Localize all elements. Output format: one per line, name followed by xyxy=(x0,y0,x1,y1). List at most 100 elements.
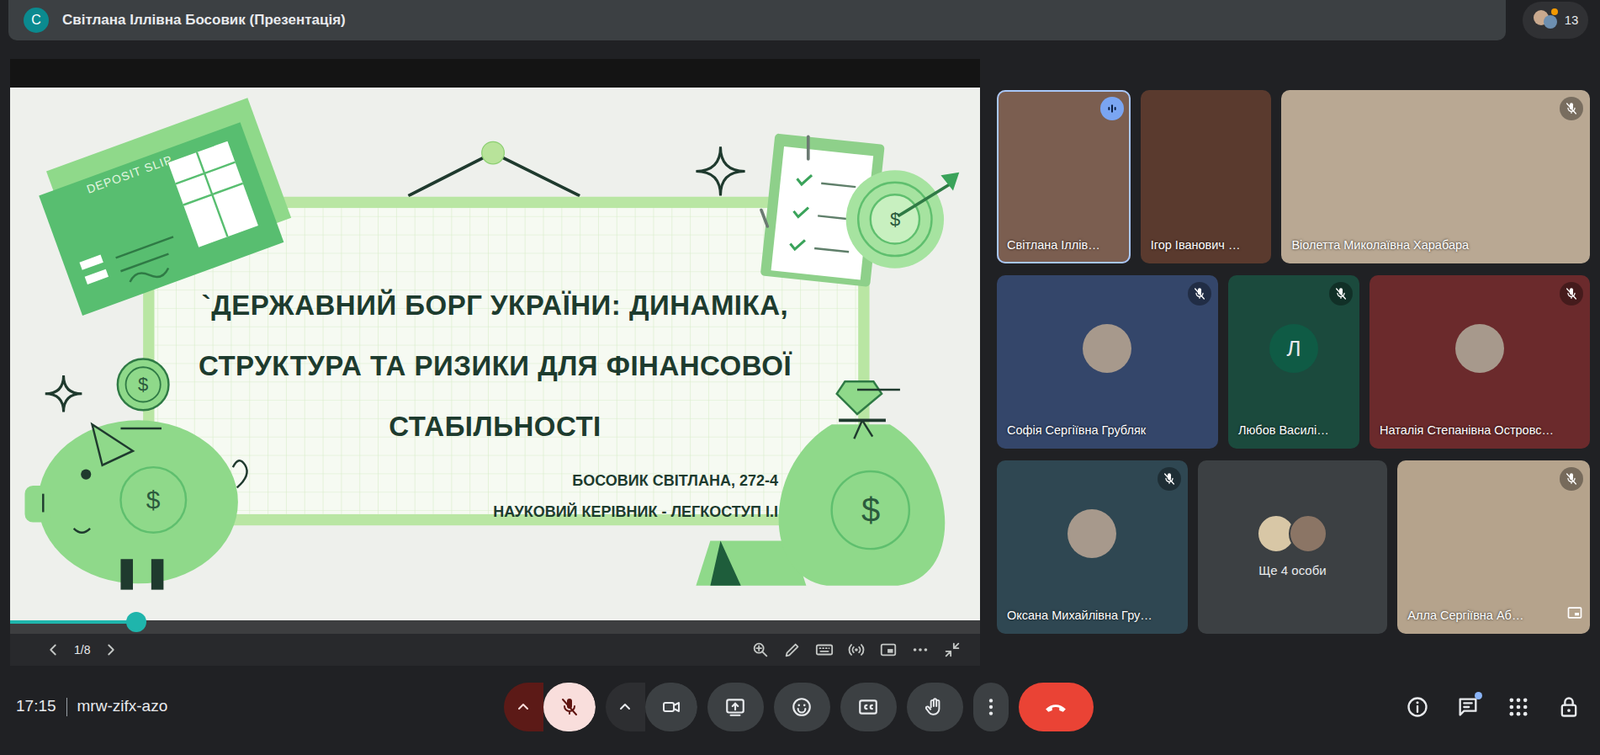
participant-row: Софія Сергіївна Грубляк Л Любов Василі… Нат… xyxy=(996,275,1590,449)
camera-control xyxy=(605,682,698,732)
participant-row: Оксана Михайлівна Гру… Ще 4 особи Алла Сер… xyxy=(996,460,1590,634)
meet-window: ССвітлана Іллівна Босовик (Презентація) 1… xyxy=(0,0,1600,755)
more-participants-label: Ще 4 особи xyxy=(1258,561,1326,581)
speaking-indicator xyxy=(1100,96,1124,121)
meeting-code: mrw-zifx-azo xyxy=(77,694,169,719)
mute-indicator xyxy=(1329,281,1353,306)
hand-icon xyxy=(923,695,946,718)
previous-slide-icon[interactable] xyxy=(43,640,63,659)
hang-up-icon xyxy=(1043,694,1069,720)
top-bar: ССвітлана Іллівна Босовик (Презентація) 1… xyxy=(0,0,1600,49)
chat-icon[interactable] xyxy=(1456,694,1480,719)
info-icon[interactable] xyxy=(1405,694,1430,719)
collapse-icon[interactable] xyxy=(943,640,962,659)
participant-tile[interactable]: Софія Сергіївна Грубляк xyxy=(996,275,1219,449)
presenter-bar: ССвітлана Іллівна Босовик (Презентація) xyxy=(8,0,1506,41)
participant-media xyxy=(1369,275,1590,422)
slide-supervisor: НАУКОВИЙ КЕРІВНИК - ЛЕГКОСТУП І.І xyxy=(492,496,779,528)
participant-name: Ігор Іванович … xyxy=(1140,236,1272,264)
reactions-button[interactable] xyxy=(773,682,831,732)
speaking-badge xyxy=(1100,96,1124,121)
caret-up-icon xyxy=(614,696,636,717)
participant-name: Оксана Михайлівна Гру… xyxy=(996,606,1188,634)
currency-sign: $ xyxy=(861,492,880,527)
microphone-button[interactable] xyxy=(543,682,596,732)
presentation-controls: 1/8 xyxy=(10,633,981,666)
slide-progress-track[interactable] xyxy=(10,619,981,634)
captions-button[interactable] xyxy=(840,682,897,732)
mute-indicator xyxy=(1157,466,1182,491)
participant-name: Любов Василі… xyxy=(1228,421,1360,449)
next-slide-icon[interactable] xyxy=(101,640,121,659)
participant-tile[interactable]: Оксана Михайлівна Гру… xyxy=(996,460,1188,634)
participant-tile[interactable]: Ігор Іванович … xyxy=(1140,90,1272,264)
participant-media xyxy=(996,275,1219,422)
picture-in-picture-icon[interactable] xyxy=(1566,603,1584,621)
slide-progress-knob[interactable] xyxy=(126,611,147,632)
more-options-icon[interactable] xyxy=(911,640,930,659)
participant-photo xyxy=(1455,323,1505,373)
video-options-button[interactable] xyxy=(605,682,646,732)
mute-indicator xyxy=(1559,281,1584,306)
slide-author: БОСОВИК СВІТЛАНА, 272-4 xyxy=(492,465,779,497)
mic-off-icon xyxy=(1334,286,1348,301)
participant-photo xyxy=(1082,323,1132,373)
more-button[interactable] xyxy=(973,682,1009,732)
participant-name: Світлана Іллів… xyxy=(996,236,1131,264)
participant-status xyxy=(1100,96,1124,121)
participant-status xyxy=(1559,466,1584,491)
present-button[interactable] xyxy=(707,682,764,732)
call-controls xyxy=(503,682,1094,732)
participant-tile[interactable]: Світлана Іллів… xyxy=(996,90,1131,264)
mic-off-icon xyxy=(1564,286,1579,301)
participant-media xyxy=(1140,90,1272,237)
mute-badge xyxy=(1559,281,1584,306)
meeting-time: 17:15 xyxy=(15,694,57,719)
broadcast-icon[interactable] xyxy=(847,640,866,659)
microphone-control xyxy=(503,682,596,732)
participant-tile[interactable]: Віолетта Миколаївна Харабара xyxy=(1281,90,1590,264)
mute-badge xyxy=(1329,281,1353,306)
mute-indicator xyxy=(1187,281,1212,306)
currency-sign: $ xyxy=(146,487,161,513)
presenter-avatar: С xyxy=(23,7,49,33)
leave-call-button[interactable] xyxy=(1018,682,1094,732)
participant-tile[interactable]: Алла Сергіївна Аб… xyxy=(1397,460,1590,634)
present-screen-icon xyxy=(724,695,747,718)
participant-name: Віолетта Миколаївна Харабара xyxy=(1281,236,1590,264)
mic-off-icon xyxy=(1192,286,1207,301)
participant-photo xyxy=(1067,508,1117,558)
participant-tile[interactable]: Л Любов Василі… xyxy=(1228,275,1360,449)
more-participants[interactable]: Ще 4 особи xyxy=(1256,513,1328,581)
popout-window-icon[interactable] xyxy=(879,640,898,659)
separator xyxy=(66,697,68,716)
participant-media xyxy=(1281,90,1590,237)
zoom-icon[interactable] xyxy=(751,640,770,659)
currency-sign: $ xyxy=(890,210,901,229)
slide: DEPOSIT SLIP$$$$`ДЕРЖАВНИЙ БОРГ УКРАЇНИ:… xyxy=(10,87,981,620)
participant-status xyxy=(1157,466,1182,491)
audio-options-button[interactable] xyxy=(503,682,544,732)
audio-level-icon xyxy=(1105,101,1119,116)
participant-status xyxy=(1559,281,1584,306)
side-panel-buttons xyxy=(1093,694,1582,719)
participant-photo xyxy=(1288,513,1328,553)
activities-icon[interactable] xyxy=(1506,694,1531,719)
unread-chat-dot xyxy=(1474,691,1483,700)
raise-hand-button[interactable] xyxy=(906,682,964,732)
call-controls-bar: 17:15 mrw-zifx-azo xyxy=(0,667,1600,755)
slide-progress-fill xyxy=(10,619,137,624)
participant-status xyxy=(1187,281,1212,306)
participants-button[interactable]: 13 xyxy=(1522,1,1589,39)
camera-button[interactable] xyxy=(645,682,698,732)
pen-icon[interactable] xyxy=(783,640,802,659)
presentation: DEPOSIT SLIP$$$$`ДЕРЖАВНИЙ БОРГ УКРАЇНИ:… xyxy=(10,58,981,668)
host-controls-icon[interactable] xyxy=(1557,694,1581,719)
slide-content: `ДЕРЖАВНИЙ БОРГ УКРАЇНИ: ДИНАМІКА,СТРУКТ… xyxy=(10,87,981,620)
participant-letter-avatar: Л xyxy=(1269,323,1319,373)
keyboard-icon[interactable] xyxy=(815,640,834,659)
presentation-header xyxy=(10,58,981,88)
participant-name: Софія Сергіївна Грубляк xyxy=(996,421,1219,449)
participant-tile[interactable]: Ще 4 особи xyxy=(1197,460,1389,634)
participant-tile[interactable]: Наталія Степанівна Островс… xyxy=(1369,275,1590,449)
